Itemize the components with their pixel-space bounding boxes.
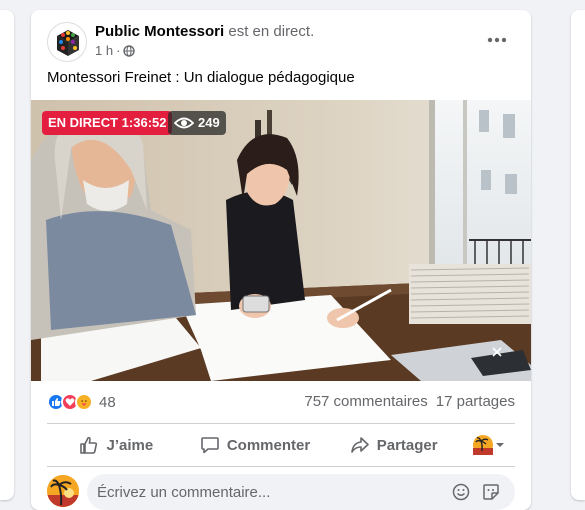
more-dots-icon — [487, 37, 507, 43]
reactions-summary[interactable]: 48 — [47, 393, 116, 411]
profile-avatar-icon — [473, 435, 494, 455]
author-line: Public Montessori est en direct. — [95, 22, 314, 41]
react-as-selector[interactable] — [463, 427, 515, 463]
like-button[interactable]: J’aime — [47, 427, 186, 463]
live-badge: EN DIRECT 1:36:52 — [42, 111, 173, 135]
video-frame — [31, 100, 531, 381]
like-label: J’aime — [106, 436, 154, 454]
post-stats: 48 757 commentaires 17 partages — [31, 381, 531, 423]
comment-button[interactable]: Commenter — [186, 427, 325, 463]
comment-composer — [47, 474, 515, 510]
chevron-down-icon — [496, 443, 505, 447]
live-post-card: Public Montessori est en direct. 1 h · M… — [31, 10, 531, 510]
reaction-count[interactable]: 48 — [99, 394, 116, 411]
adjacent-card-right — [571, 10, 585, 500]
live-video-player[interactable]: EN DIRECT 1:36:52 249 — [31, 100, 531, 381]
viewer-count-badge: 249 — [168, 111, 226, 135]
eye-icon — [174, 117, 194, 129]
post-header: Public Montessori est en direct. 1 h · — [31, 10, 531, 68]
user-avatar[interactable] — [47, 475, 79, 507]
live-status-text: est en direct. — [228, 23, 315, 40]
comment-count[interactable]: 757 commentaires — [304, 393, 427, 410]
thumbs-up-icon — [80, 436, 98, 454]
share-label: Partager — [376, 436, 438, 454]
post-meta: 1 h · — [95, 43, 136, 58]
sticker-icon[interactable] — [481, 482, 501, 502]
author-name[interactable]: Public Montessori — [95, 23, 224, 40]
care-icon — [75, 393, 93, 411]
engagement-counts: 757 commentaires 17 partages — [304, 393, 515, 410]
share-count[interactable]: 17 partages — [436, 393, 515, 410]
share-arrow-icon — [350, 437, 369, 453]
comment-bubble-icon — [201, 437, 219, 454]
meta-separator: · — [116, 43, 121, 58]
adjacent-card-left — [0, 10, 14, 500]
more-options-button[interactable] — [479, 26, 515, 54]
globe-icon[interactable] — [123, 44, 136, 57]
palm-sunset-avatar-icon — [47, 475, 79, 507]
viewer-count: 249 — [198, 115, 220, 130]
share-button[interactable]: Partager — [324, 427, 463, 463]
action-bar: J’aime Commenter Partager — [47, 423, 515, 467]
comment-box — [87, 474, 515, 510]
montessori-logo-icon — [57, 30, 79, 56]
page-avatar[interactable] — [47, 22, 87, 62]
emoji-icon[interactable] — [451, 482, 471, 502]
comment-label: Commenter — [226, 436, 311, 454]
comment-input[interactable] — [97, 474, 437, 510]
post-text: Montessori Freinet : Un dialogue pédagog… — [47, 69, 355, 86]
post-time[interactable]: 1 h — [95, 43, 113, 58]
